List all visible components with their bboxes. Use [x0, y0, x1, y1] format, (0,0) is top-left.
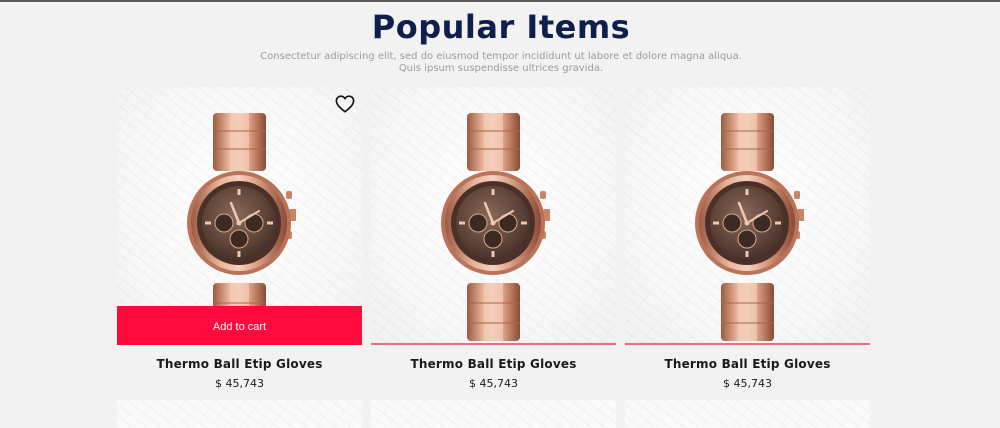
section-subtitle: Consectetur adipiscing elit, sed do eius…: [260, 51, 742, 74]
product-card[interactable]: Thermo Ball Etip Gloves $ 45,743: [371, 87, 616, 390]
product-name[interactable]: Thermo Ball Etip Gloves: [371, 357, 616, 371]
product-price: $ 45,743: [723, 377, 772, 390]
product-media[interactable]: Add to cart: [117, 87, 362, 345]
rose-gold-watch-image[interactable]: [691, 111, 804, 343]
product-card[interactable]: Add to cart Thermo Ball Etip Gloves $ 45…: [117, 87, 362, 390]
add-to-cart-button[interactable]: Add to cart: [117, 306, 362, 345]
product-name[interactable]: Thermo Ball Etip Gloves: [625, 357, 870, 371]
product-media[interactable]: [371, 87, 616, 345]
product-card-partial[interactable]: [117, 400, 362, 428]
top-border: [0, 0, 1000, 2]
section-title: Popular Items: [371, 8, 631, 46]
product-name[interactable]: Thermo Ball Etip Gloves: [117, 357, 362, 371]
product-price: $ 45,743: [215, 377, 264, 390]
heart-outline-icon[interactable]: [335, 95, 355, 113]
product-price: $ 45,743: [469, 377, 518, 390]
product-card[interactable]: Thermo Ball Etip Gloves $ 45,743: [625, 87, 870, 390]
product-media[interactable]: [625, 87, 870, 345]
product-card-partial[interactable]: [371, 400, 616, 428]
rose-gold-watch-image[interactable]: [437, 111, 550, 343]
product-card-partial[interactable]: [625, 400, 870, 428]
